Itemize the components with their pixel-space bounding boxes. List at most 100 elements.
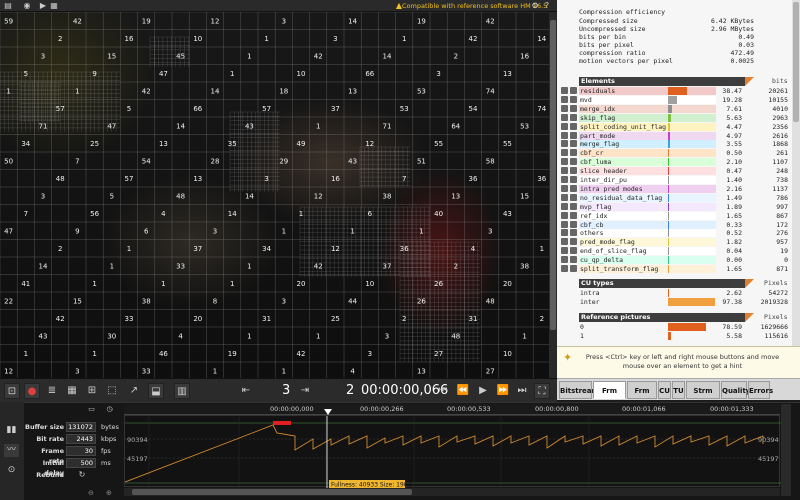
snapshot-icon[interactable]: ⊡ xyxy=(4,383,20,399)
row-color-icon[interactable] xyxy=(570,229,577,237)
row-color-icon[interactable] xyxy=(570,113,577,121)
tab-tu[interactable]: TU xyxy=(672,381,685,399)
ref-pics-header[interactable]: Reference pictures xyxy=(579,313,745,322)
list-view-icon[interactable]: ≣ xyxy=(44,383,60,399)
elements-row[interactable]: part_mode 4.97 2616 xyxy=(557,131,791,140)
stream-value-field[interactable]: 2443 xyxy=(66,434,96,444)
elements-row[interactable]: end_of_slice_flag 0.04 19 xyxy=(557,247,791,256)
elements-header[interactable]: Elements xyxy=(579,77,745,86)
zoom-out-icon[interactable]: ⊖ xyxy=(88,489,94,497)
graph-scroll-thumb[interactable] xyxy=(132,489,412,495)
video-frame-view[interactable]: 59 42 19 12 3 14 19 42 2 16 10 1 3 1 42 14 3 15 45 1 42 14 2 16… xyxy=(0,12,549,378)
tab-quality[interactable]: Quality xyxy=(721,381,750,399)
row-color-icon[interactable] xyxy=(570,265,577,272)
elements-row[interactable]: skip_flag 5.63 2963 xyxy=(557,113,791,122)
last-frame-icon[interactable]: ⏭ xyxy=(514,383,530,399)
row-visibility-icon[interactable] xyxy=(561,193,568,201)
row-visibility-icon[interactable] xyxy=(561,149,568,157)
elements-row[interactable]: split_transform_flag 1.65 871 xyxy=(557,265,791,273)
row-color-icon[interactable] xyxy=(570,131,577,139)
elements-row[interactable]: residuals 38.47 20261 xyxy=(557,87,791,95)
file-icon[interactable]: ▤ xyxy=(3,1,13,11)
elements-row[interactable]: merge_idx 7.61 4010 xyxy=(557,104,791,113)
select-tool-icon[interactable]: ⬚ xyxy=(104,383,120,399)
cu-types-header[interactable]: CU types xyxy=(579,279,745,288)
video-scroll-thumb[interactable] xyxy=(550,20,556,330)
cu_types-row[interactable]: inter 97.38 2019328 xyxy=(557,297,791,306)
help-icon[interactable]: ? xyxy=(542,1,552,11)
tab-strm-stats[interactable]: Strm stats xyxy=(686,381,720,413)
row-visibility-icon[interactable] xyxy=(561,256,568,264)
tab-cu[interactable]: CU xyxy=(658,381,671,399)
tab-errors[interactable]: Errors xyxy=(748,381,773,399)
elements-row[interactable]: mvp_flag 1.89 997 xyxy=(557,202,791,211)
row-color-icon[interactable] xyxy=(570,202,577,210)
camera-icon[interactable]: ⊙ xyxy=(4,464,19,477)
row-color-icon[interactable] xyxy=(570,104,577,112)
elements-row[interactable]: ref_idx 1.65 867 xyxy=(557,211,791,220)
stats-scroll-thumb[interactable] xyxy=(793,2,799,122)
row-color-icon[interactable] xyxy=(570,256,577,264)
row-visibility-icon[interactable] xyxy=(561,176,568,183)
stream-value-field[interactable]: 30 xyxy=(66,446,96,456)
elements-row[interactable]: others 0.52 276 xyxy=(557,229,791,238)
cu_types-row[interactable]: intra 2.62 54272 xyxy=(557,289,791,297)
ref_pics-row[interactable]: 1 5.58 115616 xyxy=(557,331,791,340)
elements-row[interactable]: no_residual_data_flag 1.49 786 xyxy=(557,193,791,202)
tab-bitstream[interactable]: Bitstream xyxy=(559,381,599,399)
row-color-icon[interactable] xyxy=(570,122,577,130)
stream-value-field[interactable]: 500 xyxy=(66,458,96,468)
grid-view-icon[interactable]: ▦ xyxy=(64,383,80,399)
row-visibility-icon[interactable] xyxy=(561,202,568,210)
timeline-ruler[interactable]: 00:00:00,000 00:00:00,266 00:00:00,533 00:0… xyxy=(124,404,780,415)
row-color-icon[interactable] xyxy=(570,247,577,255)
prev-frame-icon[interactable]: ⏪ xyxy=(455,383,471,399)
elements-row[interactable]: cbf_cr 0.50 261 xyxy=(557,149,791,158)
play-icon[interactable]: ▶ xyxy=(38,1,48,11)
line-chart-icon[interactable]: 〰 xyxy=(4,444,19,457)
fullscreen-icon[interactable]: ⛶ xyxy=(534,383,550,399)
monitor-icon[interactable]: ▭ xyxy=(86,405,97,414)
row-visibility-icon[interactable] xyxy=(561,113,568,121)
elements-row[interactable]: cu_qp_delta 0.00 0 xyxy=(557,256,791,265)
elements-row[interactable]: split_coding_unit_flag 4.47 2356 xyxy=(557,122,791,131)
row-color-icon[interactable] xyxy=(570,193,577,201)
next-frame-icon[interactable]: ⏩ xyxy=(495,383,511,399)
elements-row[interactable]: inter_dir_pu 1.40 738 xyxy=(557,176,791,184)
row-visibility-icon[interactable] xyxy=(561,220,568,228)
row-visibility-icon[interactable] xyxy=(561,238,568,246)
elements-row[interactable]: cbf_cb 0.33 172 xyxy=(557,220,791,229)
row-color-icon[interactable] xyxy=(570,238,577,246)
row-visibility-icon[interactable] xyxy=(561,184,568,192)
tab-frm-info[interactable]: Frm Info xyxy=(627,381,657,413)
row-visibility-icon[interactable] xyxy=(561,104,568,112)
elements-row[interactable]: intra pred modes 2.16 1137 xyxy=(557,184,791,193)
row-color-icon[interactable] xyxy=(570,167,577,175)
row-color-icon[interactable] xyxy=(570,149,577,157)
overlay-toggle-icon[interactable]: ⬓ xyxy=(148,383,164,399)
elements-row[interactable]: slice header 0.47 248 xyxy=(557,167,791,176)
frame-step-icon[interactable]: ⇤ xyxy=(238,383,254,399)
bar-chart-icon[interactable]: ▮▮ xyxy=(4,424,19,437)
mb-grid-icon[interactable]: ▥ xyxy=(174,383,190,399)
zoom-in-icon[interactable]: ⊕ xyxy=(106,489,112,497)
graph-vertical-scrollbar[interactable] xyxy=(781,404,791,496)
row-color-icon[interactable] xyxy=(570,87,577,94)
row-visibility-icon[interactable] xyxy=(561,140,568,148)
grid-toggle-icon[interactable]: ▦ xyxy=(48,1,60,11)
first-frame-icon[interactable]: ⏮ xyxy=(435,383,451,399)
row-color-icon[interactable] xyxy=(570,95,577,103)
row-color-icon[interactable] xyxy=(570,158,577,166)
row-visibility-icon[interactable] xyxy=(561,229,568,237)
row-color-icon[interactable] xyxy=(570,220,577,228)
row-visibility-icon[interactable] xyxy=(561,247,568,255)
play-button-icon[interactable]: ▶ xyxy=(475,383,491,399)
row-visibility-icon[interactable] xyxy=(561,211,568,219)
row-color-icon[interactable] xyxy=(570,140,577,148)
row-visibility-icon[interactable] xyxy=(561,158,568,166)
arrow-tool-icon[interactable]: ↗ xyxy=(126,383,142,399)
elements-row[interactable]: mvd 19.28 10155 xyxy=(557,95,791,104)
row-visibility-icon[interactable] xyxy=(561,95,568,103)
row-visibility-icon[interactable] xyxy=(561,122,568,130)
elements-row[interactable]: cbf_luma 2.10 1107 xyxy=(557,158,791,167)
